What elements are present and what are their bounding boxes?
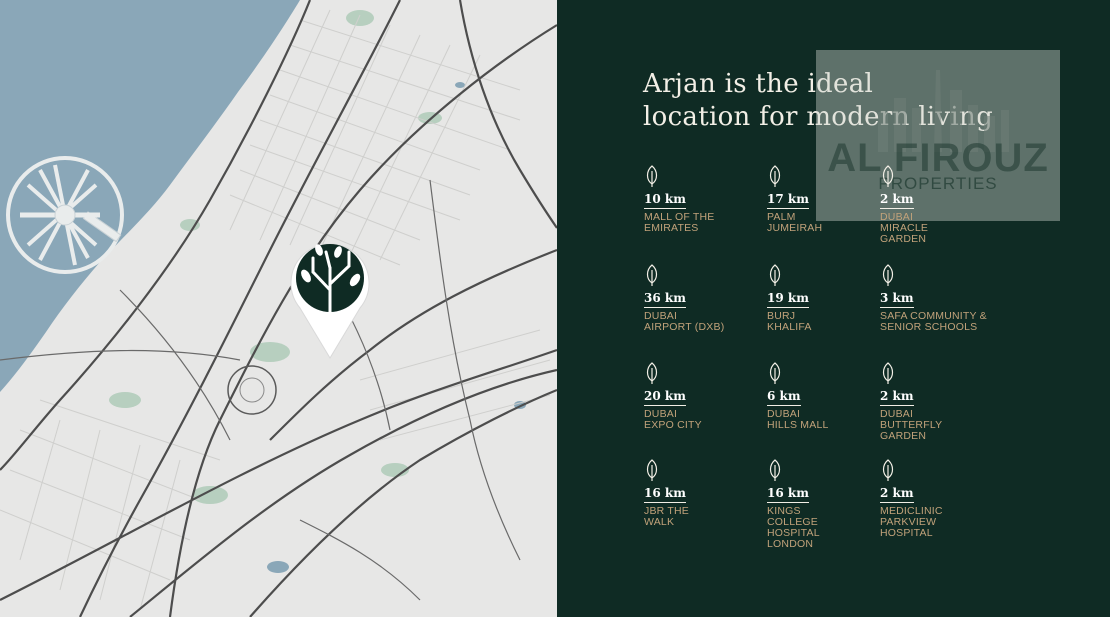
location-map xyxy=(0,0,557,617)
map-graphic xyxy=(0,0,557,617)
distance-item: 17 km PALM JUMEIRAH xyxy=(767,165,882,234)
distance-value: 6 km xyxy=(767,389,801,406)
distance-place: PALM JUMEIRAH xyxy=(767,211,823,234)
distance-item: 16 km KINGS COLLEGE HOSPITAL LONDON xyxy=(767,459,882,550)
leaf-icon xyxy=(769,362,781,384)
distance-value: 2 km xyxy=(880,486,914,503)
distance-item: 20 km DUBAI EXPO CITY xyxy=(644,362,759,431)
leaf-icon xyxy=(882,362,894,384)
distance-place: DUBAI BUTTERFLY GARDEN xyxy=(880,408,943,442)
distance-value: 10 km xyxy=(644,192,686,209)
distance-place: KINGS COLLEGE HOSPITAL LONDON xyxy=(767,505,820,550)
distance-value: 17 km xyxy=(767,192,809,209)
leaf-icon xyxy=(646,264,658,286)
distance-value: 2 km xyxy=(880,192,914,209)
distance-item: 19 km BURJ KHALIFA xyxy=(767,264,882,333)
distance-item: 2 km DUBAI MIRACLE GARDEN xyxy=(880,165,995,245)
distance-value: 19 km xyxy=(767,291,809,308)
leaf-icon xyxy=(646,165,658,187)
leaf-icon xyxy=(769,264,781,286)
distance-place: JBR THE WALK xyxy=(644,505,689,528)
distance-item: 2 km DUBAI BUTTERFLY GARDEN xyxy=(880,362,995,442)
distance-item: 36 km DUBAI AIRPORT (DXB) xyxy=(644,264,759,333)
distance-place: DUBAI AIRPORT (DXB) xyxy=(644,310,725,333)
distance-value: 36 km xyxy=(644,291,686,308)
distance-place: MEDICLINIC PARKVIEW HOSPITAL xyxy=(880,505,943,539)
distance-value: 20 km xyxy=(644,389,686,406)
distance-place: MALL OF THE EMIRATES xyxy=(644,211,715,234)
distance-place: SAFA COMMUNITY & SENIOR SCHOOLS xyxy=(880,310,987,333)
distance-value: 3 km xyxy=(880,291,914,308)
distance-value: 16 km xyxy=(644,486,686,503)
leaf-icon xyxy=(646,459,658,481)
distance-item: 3 km SAFA COMMUNITY & SENIOR SCHOOLS xyxy=(880,264,1010,333)
leaf-icon xyxy=(882,264,894,286)
distance-item: 6 km DUBAI HILLS MALL xyxy=(767,362,882,431)
distance-item: 10 km MALL OF THE EMIRATES xyxy=(644,165,759,234)
leaf-icon xyxy=(769,165,781,187)
leaf-icon xyxy=(646,362,658,384)
distance-place: DUBAI EXPO CITY xyxy=(644,408,702,431)
distance-place: BURJ KHALIFA xyxy=(767,310,812,333)
distance-value: 16 km xyxy=(767,486,809,503)
leaf-icon xyxy=(769,459,781,481)
info-panel: Arjan is the ideal location for modern l… xyxy=(557,0,1110,617)
leaf-icon xyxy=(882,459,894,481)
distance-item: 2 km MEDICLINIC PARKVIEW HOSPITAL xyxy=(880,459,995,539)
distance-value: 2 km xyxy=(880,389,914,406)
distance-place: DUBAI MIRACLE GARDEN xyxy=(880,211,929,245)
brochure-page: Arjan is the ideal location for modern l… xyxy=(0,0,1110,617)
leaf-icon xyxy=(882,165,894,187)
distance-item: 16 km JBR THE WALK xyxy=(644,459,759,528)
distance-place: DUBAI HILLS MALL xyxy=(767,408,829,431)
